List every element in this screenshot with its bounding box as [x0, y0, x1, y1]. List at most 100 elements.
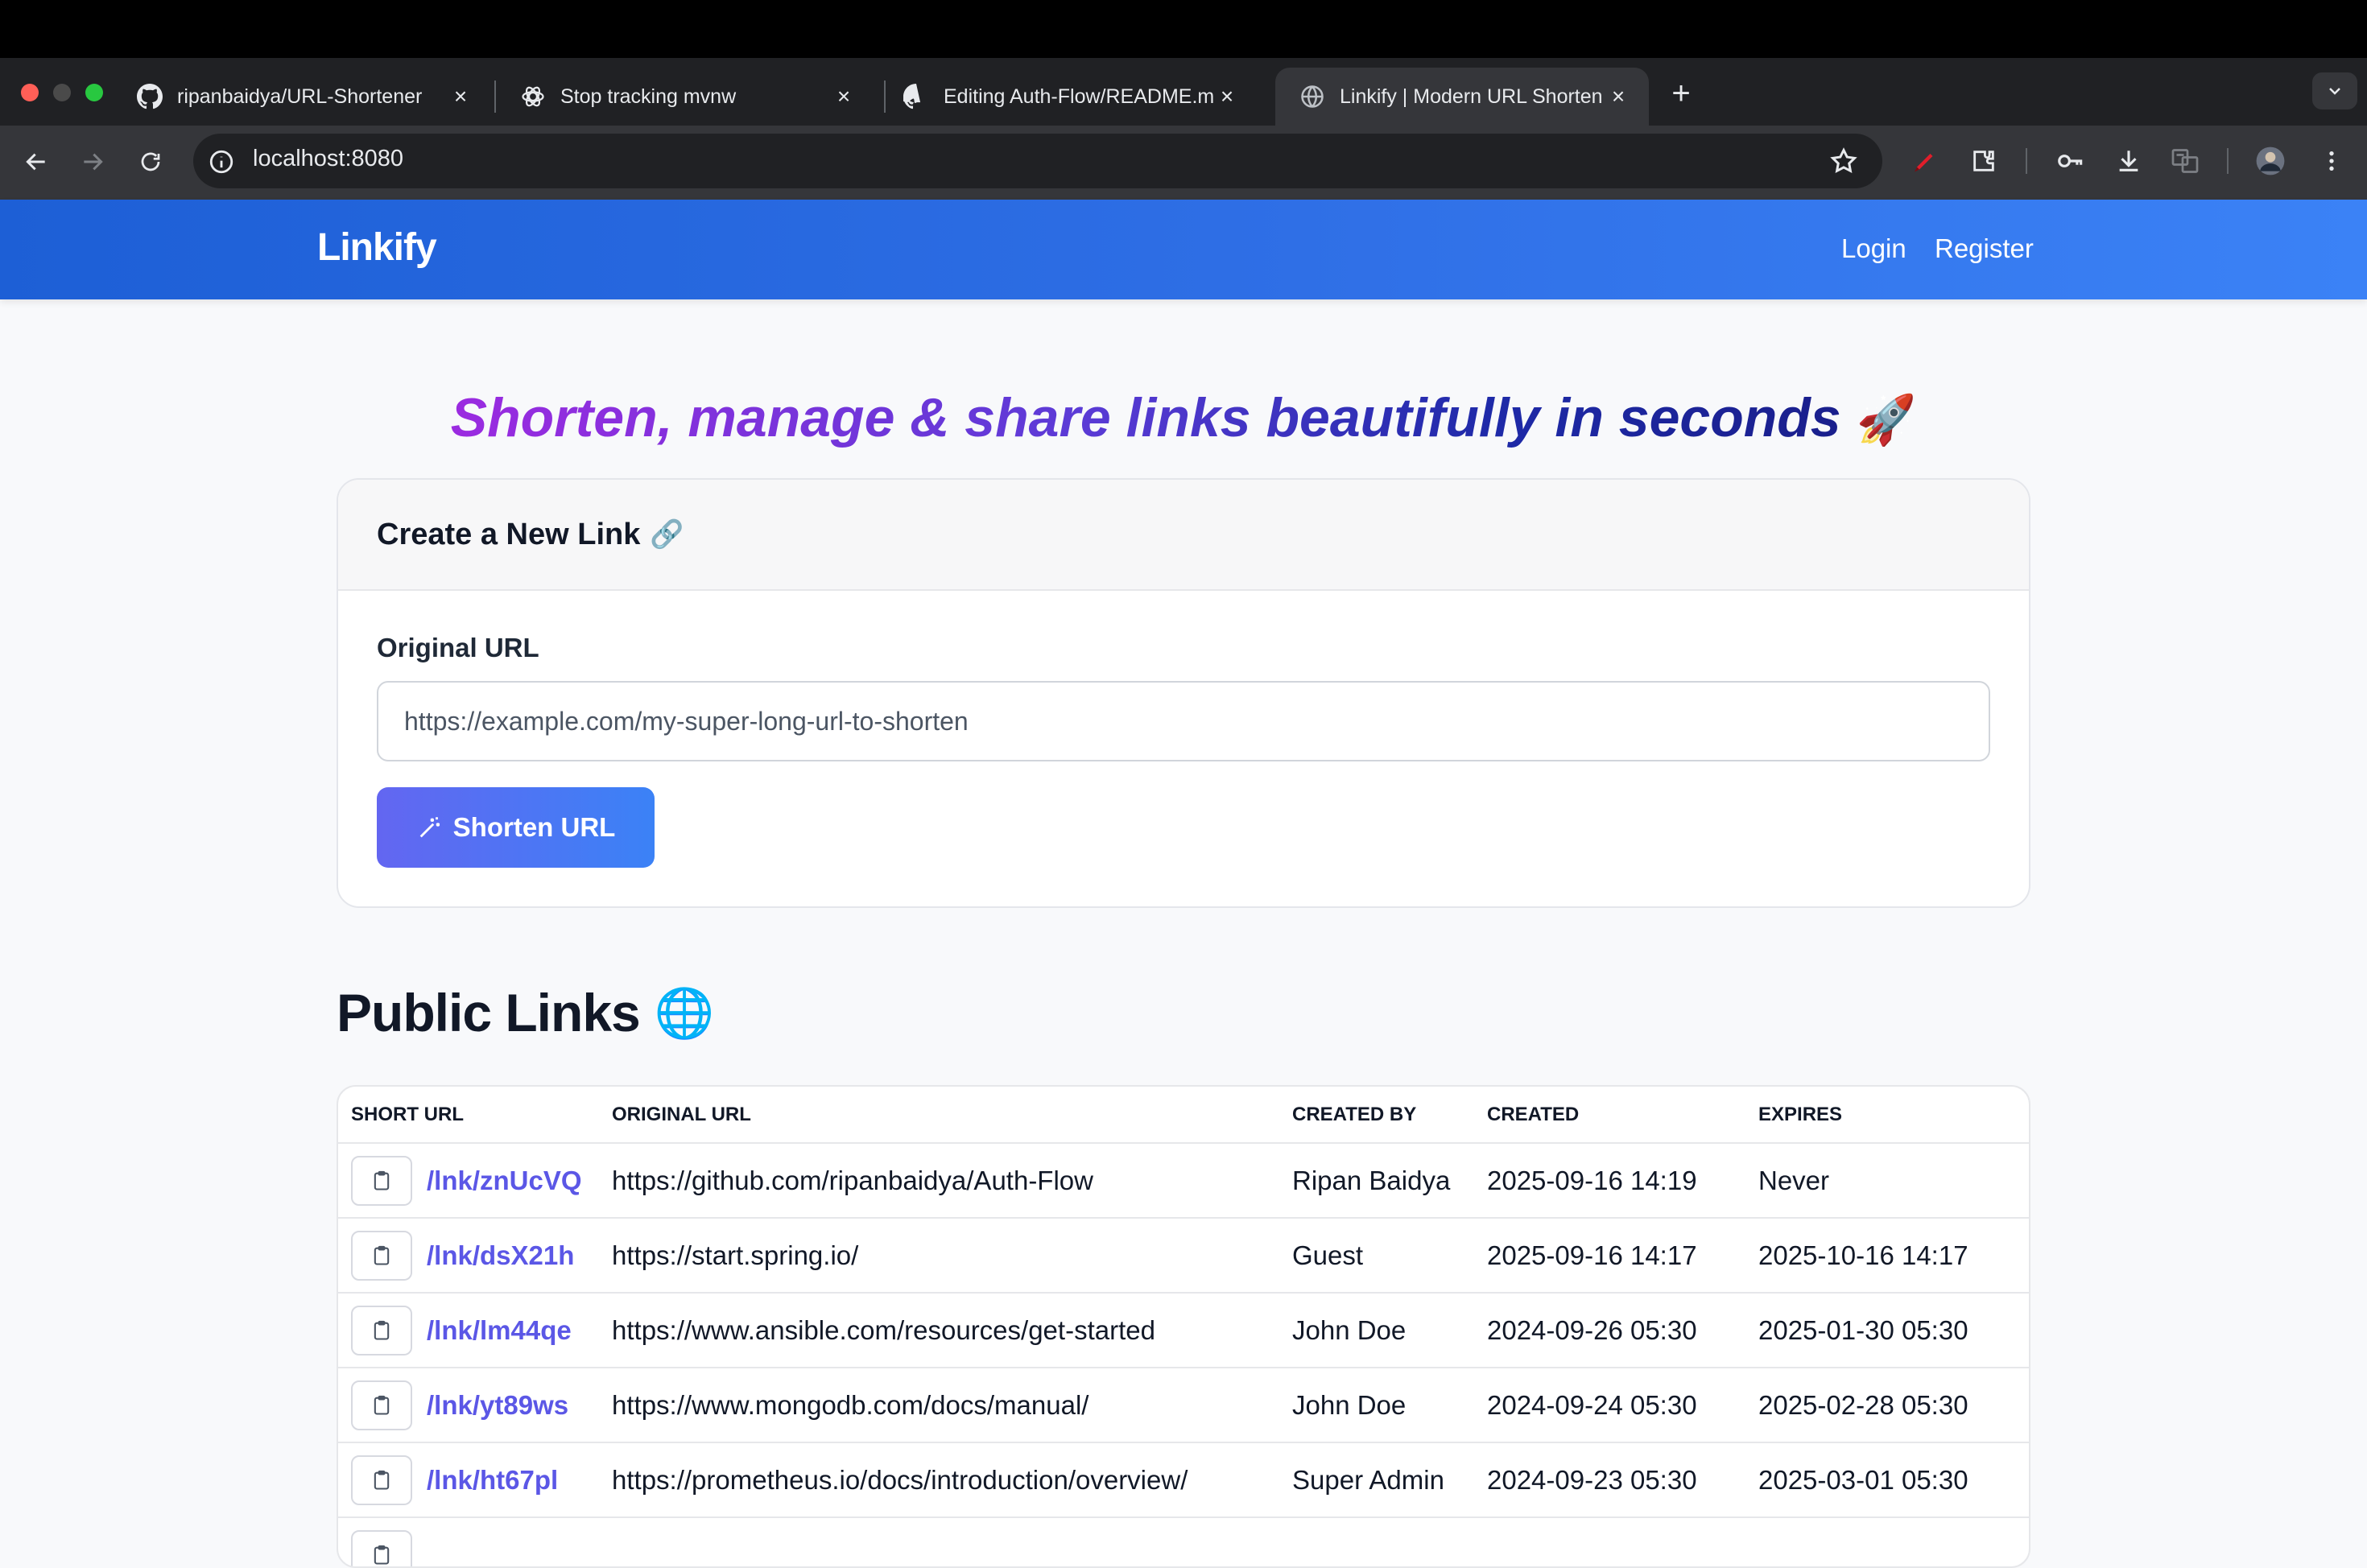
tab-title: ripanbaidya/URL-Shortener — [177, 85, 448, 109]
close-tab-icon[interactable]: × — [1605, 84, 1631, 109]
short-url-cell: /lnk/dsX21h — [338, 1218, 612, 1293]
created-cell: 2025-09-16 14:17 — [1487, 1218, 1758, 1293]
reload-button[interactable] — [132, 143, 169, 180]
hero-text: Shorten, manage & share links beautifull… — [451, 387, 1841, 448]
public-links-title: Public Links — [337, 982, 640, 1043]
short-url-link[interactable]: /lnk/dsX21h — [427, 1240, 574, 1270]
forward-button[interactable] — [74, 143, 111, 180]
short-url-link[interactable]: /lnk/ht67pl — [427, 1465, 558, 1495]
expires-cell: Never — [1758, 1143, 2029, 1218]
created-by-cell: Super Admin — [1292, 1442, 1487, 1517]
created-cell: 2024-09-26 05:30 — [1487, 1293, 1758, 1368]
close-tab-icon[interactable]: × — [831, 84, 857, 109]
github-icon — [903, 84, 929, 109]
login-link[interactable]: Login — [1841, 233, 1906, 264]
copy-button[interactable] — [351, 1380, 412, 1430]
profile-avatar[interactable] — [2254, 145, 2286, 177]
globe-icon: 🌐 — [655, 984, 714, 1042]
register-link[interactable]: Register — [1935, 233, 2034, 264]
browser-tab[interactable]: Editing Auth-Flow/README.m × — [879, 68, 1258, 126]
created-cell: 2024-09-23 05:30 — [1487, 1442, 1758, 1517]
expires-cell: 2025-10-16 14:17 — [1758, 1218, 2029, 1293]
maximize-window-button[interactable] — [85, 84, 103, 101]
openai-icon — [520, 84, 546, 109]
download-icon[interactable] — [2113, 145, 2145, 177]
magic-wand-icon — [416, 814, 444, 841]
shorten-url-label: Shorten URL — [453, 812, 616, 843]
created-by-cell: John Doe — [1292, 1368, 1487, 1442]
new-tab-icon[interactable]: + — [1665, 77, 1697, 109]
created-by-cell: John Doe — [1292, 1293, 1487, 1368]
screen-top-bar — [0, 0, 2367, 58]
minimize-window-button[interactable] — [53, 84, 71, 101]
address-text[interactable]: localhost:8080 — [253, 146, 403, 172]
original-url-cell: https://www.ansible.com/resources/get-st… — [612, 1293, 1292, 1368]
table-header-row: SHORT URL ORIGINAL URL CREATED BY CREATE… — [338, 1087, 2029, 1143]
shorten-url-button[interactable]: Shorten URL — [377, 787, 655, 868]
brand-logo[interactable]: Linkify — [317, 225, 436, 270]
original-url-label: Original URL — [377, 633, 539, 663]
hero-heading: Shorten, manage & share links beautifull… — [0, 386, 2367, 449]
tab-title: Stop tracking mvnw — [560, 85, 831, 109]
tab-search-button[interactable] — [2312, 72, 2357, 109]
created-cell: 2024-09-24 05:30 — [1487, 1368, 1758, 1442]
column-header-expires: EXPIRES — [1758, 1087, 2029, 1143]
original-url-input[interactable] — [377, 681, 1990, 761]
card-header: Create a New Link 🔗 — [338, 480, 2029, 591]
toolbar-divider — [2026, 148, 2027, 174]
short-url-cell: /lnk/ht67pl — [338, 1442, 612, 1517]
copy-button[interactable] — [351, 1156, 412, 1206]
created-cell: 2025-09-16 14:19 — [1487, 1143, 1758, 1218]
pen-extension-icon[interactable] — [1908, 145, 1940, 177]
site-info-icon[interactable] — [208, 148, 235, 175]
close-tab-icon[interactable]: × — [448, 84, 473, 109]
tab-title: Editing Auth-Flow/README.m — [944, 85, 1214, 109]
clipboard-icon — [370, 1543, 393, 1567]
clipboard-icon — [370, 1468, 393, 1492]
close-tab-icon[interactable]: × — [1214, 84, 1240, 109]
close-window-button[interactable] — [21, 84, 39, 101]
back-button[interactable] — [18, 143, 55, 180]
copy-button[interactable] — [351, 1231, 412, 1281]
password-key-icon[interactable] — [2055, 145, 2087, 177]
clipboard-icon — [370, 1318, 393, 1343]
card-title: Create a New Link — [377, 518, 640, 552]
rocket-icon: 🚀 — [1857, 393, 1917, 447]
clipboard-icon — [370, 1169, 393, 1193]
browser-tab-active[interactable]: Linkify | Modern URL Shorten × — [1275, 68, 1649, 126]
github-icon — [137, 84, 163, 109]
copy-button[interactable] — [351, 1306, 412, 1355]
copy-button[interactable] — [351, 1530, 412, 1568]
short-url-cell: /lnk/lm44qe — [338, 1293, 612, 1368]
column-header-created: CREATED — [1487, 1087, 1758, 1143]
chevron-down-icon — [2325, 81, 2344, 101]
table-row: /lnk/ht67pl https://prometheus.io/docs/in… — [338, 1442, 2029, 1517]
expires-cell: 2025-02-28 05:30 — [1758, 1368, 2029, 1442]
original-url-cell: https://start.spring.io/ — [612, 1218, 1292, 1293]
translate-icon[interactable] — [2169, 145, 2201, 177]
browser-tab[interactable]: ripanbaidya/URL-Shortener × — [113, 68, 491, 126]
created-by-cell: Guest — [1292, 1218, 1487, 1293]
arrow-right-icon — [80, 149, 105, 175]
original-url-cell: https://github.com/ripanbaidya/Auth-Flow — [612, 1143, 1292, 1218]
browser-menu-icon[interactable] — [2315, 145, 2348, 177]
table-row: /lnk/lm44qe https://www.ansible.com/resou… — [338, 1293, 2029, 1368]
link-icon: 🔗 — [650, 518, 684, 551]
copy-button[interactable] — [351, 1455, 412, 1505]
short-url-cell — [338, 1517, 612, 1568]
short-url-link[interactable]: /lnk/lm44qe — [427, 1315, 572, 1345]
browser-tab[interactable]: Stop tracking mvnw × — [496, 68, 874, 126]
extensions-icon[interactable] — [1968, 145, 2000, 177]
table-row: /lnk/yt89wshttps://www.mongodb.com/docs/… — [338, 1368, 2029, 1442]
short-url-link[interactable]: /lnk/yt89ws — [427, 1390, 568, 1420]
address-bar[interactable] — [193, 134, 1882, 188]
column-header-short-url: SHORT URL — [338, 1087, 612, 1143]
table-row: /lnk/znUcVQ https://github.com/ripanbaidy… — [338, 1143, 2029, 1218]
original-url-cell: https://prometheus.io/docs/introduction/… — [612, 1442, 1292, 1517]
tab-title: Linkify | Modern URL Shorten — [1340, 85, 1605, 109]
short-url-link[interactable]: /lnk/znUcVQ — [427, 1166, 582, 1195]
bookmark-star-icon[interactable] — [1829, 146, 1858, 175]
expires-cell: 2025-03-01 05:30 — [1758, 1442, 2029, 1517]
reload-icon — [138, 150, 163, 174]
short-url-cell: /lnk/znUcVQ — [338, 1143, 612, 1218]
